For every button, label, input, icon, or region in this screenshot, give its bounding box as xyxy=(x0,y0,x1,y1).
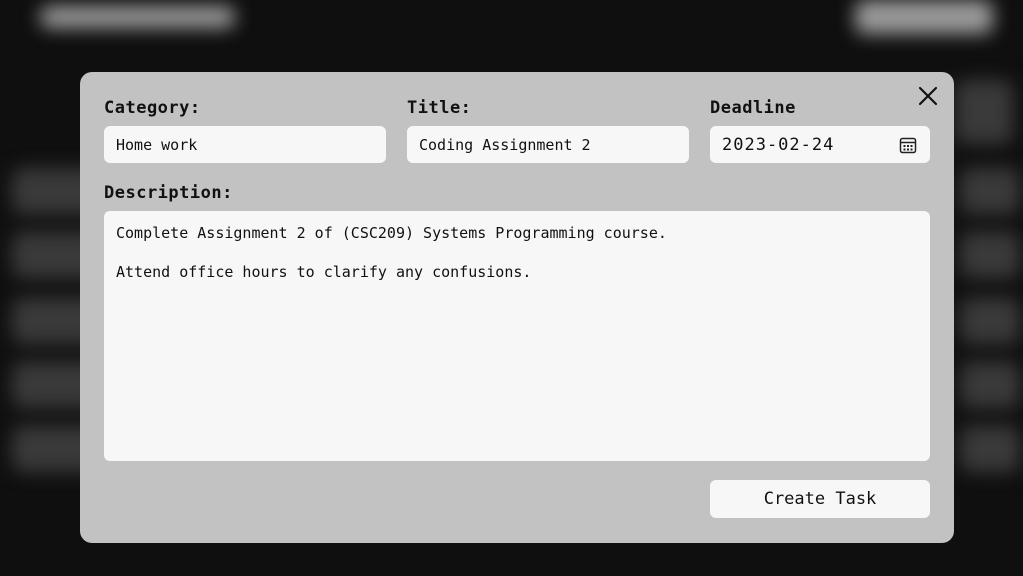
calendar-icon[interactable] xyxy=(898,135,918,155)
bg-row xyxy=(960,362,1020,408)
title-input[interactable]: Coding Assignment 2 xyxy=(407,126,689,163)
bg-row xyxy=(960,168,1020,214)
bg-row xyxy=(960,426,1020,472)
bg-header-title xyxy=(40,6,235,28)
description-textarea[interactable]: Complete Assignment 2 of (CSC209) System… xyxy=(104,211,930,461)
deadline-value: 2023-02-24 xyxy=(722,134,835,155)
create-task-button[interactable]: Create Task xyxy=(710,480,930,518)
category-input[interactable]: Home work xyxy=(104,126,386,163)
bg-header-button xyxy=(855,0,993,34)
category-label: Category: xyxy=(104,98,201,118)
close-icon xyxy=(918,86,938,106)
bg-side-block xyxy=(955,80,1013,144)
title-label: Title: xyxy=(407,98,472,118)
description-label: Description: xyxy=(104,183,233,203)
description-line: Complete Assignment 2 of (CSC209) System… xyxy=(116,224,667,242)
description-line: Attend office hours to clarify any confu… xyxy=(116,263,532,281)
close-button[interactable] xyxy=(916,84,940,108)
deadline-label: Deadline xyxy=(710,98,796,118)
deadline-input[interactable]: 2023-02-24 xyxy=(710,126,930,163)
bg-row xyxy=(960,298,1020,344)
bg-row xyxy=(960,232,1020,278)
create-task-modal: Category: Home work Title: Coding Assign… xyxy=(80,72,954,543)
